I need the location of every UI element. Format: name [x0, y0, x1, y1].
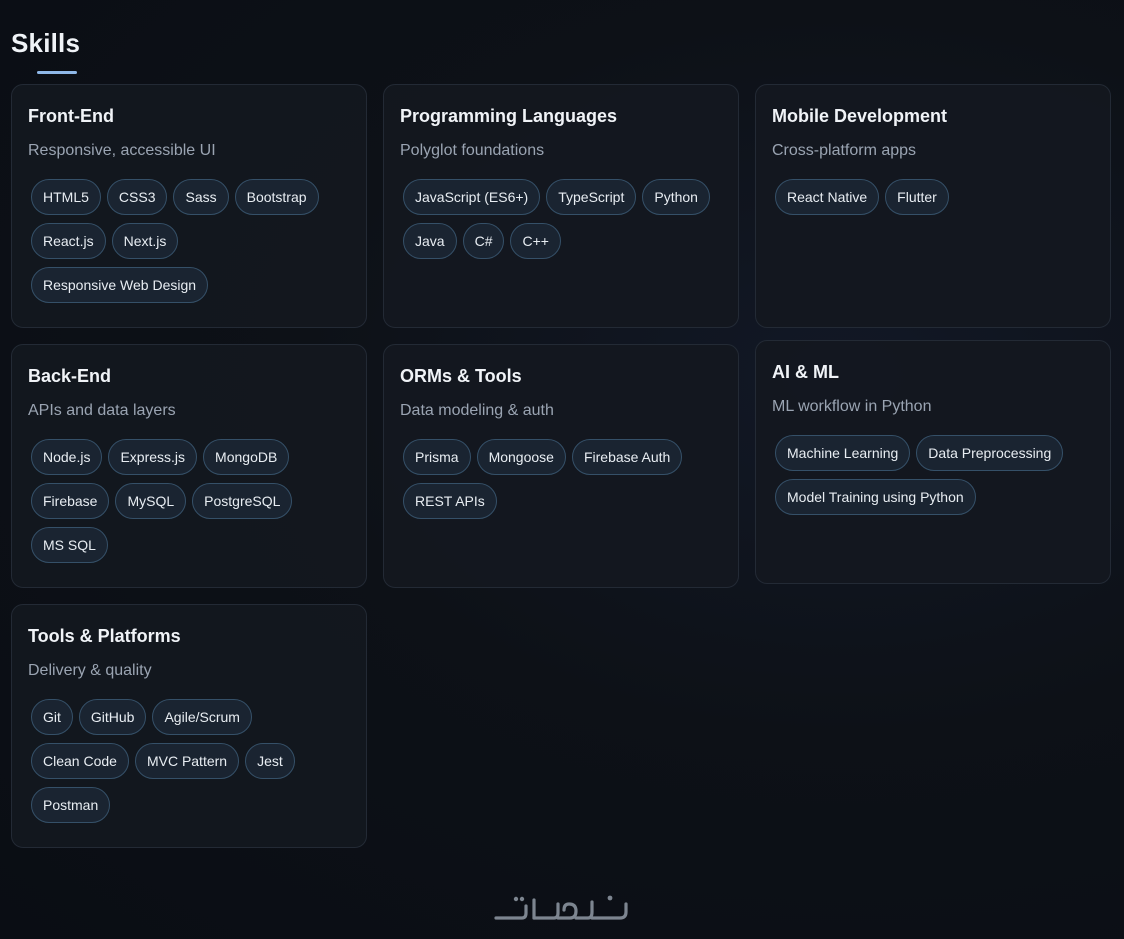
skill-chip-mysql: MySQL [115, 483, 187, 519]
skill-chip-nodejs: Node.js [31, 439, 103, 475]
chip-list: Node.js Express.js MongoDB Firebase MySQ… [28, 439, 350, 563]
skill-chip-postgresql: PostgreSQL [192, 483, 293, 519]
card-subtitle: Polyglot foundations [400, 142, 545, 159]
skill-chip-html5: HTML5 [31, 179, 101, 215]
skill-chip-github: GitHub [78, 699, 147, 735]
card-subtitle: ML workflow in Python [772, 398, 932, 415]
chip-list: JavaScript (ES6+) TypeScript Python Java… [400, 179, 722, 259]
skill-chip-rest-apis: REST APIs [403, 483, 497, 519]
skill-card-tools-platforms: Tools & Platforms Delivery & quality Git… [11, 604, 367, 848]
skill-chip-mongoose: Mongoose [476, 439, 566, 475]
khamsat-logo-icon [494, 895, 628, 920]
skill-chip-sass: Sass [173, 179, 229, 215]
chip-list: HTML5 CSS3 Sass Bootstrap React.js Next.… [28, 179, 350, 303]
card-subtitle: Cross-platform apps [772, 142, 917, 159]
skill-chip-git: Git [31, 699, 73, 735]
skill-chip-react-native: React Native [775, 179, 880, 215]
skill-chip-clean-code: Clean Code [31, 743, 129, 779]
skill-chip-cpp: C++ [510, 223, 561, 259]
skill-chip-machine-learning: Machine Learning [775, 435, 911, 471]
skill-chip-typescript: TypeScript [546, 179, 637, 215]
skill-chip-css3: CSS3 [106, 179, 168, 215]
skill-chip-bootstrap: Bootstrap [234, 179, 319, 215]
chip-list: Prisma Mongoose Firebase Auth REST APIs [400, 439, 722, 519]
chip-list: React Native Flutter [772, 179, 1094, 215]
card-title: AI & ML [772, 362, 839, 382]
skill-chip-python: Python [642, 179, 710, 215]
chip-list: Git GitHub Agile/Scrum Clean Code MVC Pa… [28, 699, 350, 823]
skill-card-back-end: Back-End APIs and data layers Node.js Ex… [11, 344, 367, 588]
skill-chip-firebase-auth: Firebase Auth [571, 439, 683, 475]
skill-card-orms-tools: ORMs & Tools Data modeling & auth Prisma… [383, 344, 739, 588]
skill-chip-postman: Postman [31, 787, 111, 823]
card-title: Back-End [28, 366, 112, 386]
skill-chip-mvc-pattern: MVC Pattern [134, 743, 240, 779]
card-subtitle: Data modeling & auth [400, 402, 554, 419]
skill-chip-model-training: Model Training using Python [775, 479, 976, 515]
skill-chip-firebase: Firebase [31, 483, 110, 519]
skill-chip-react: React.js [31, 223, 106, 259]
skill-chip-ms-sql: MS SQL [31, 527, 108, 563]
card-title: Tools & Platforms [28, 626, 181, 646]
card-title: Programming Languages [400, 106, 618, 126]
skill-chip-mongodb: MongoDB [203, 439, 290, 475]
skill-card-mobile-development: Mobile Development Cross-platform apps R… [755, 84, 1111, 328]
skill-chip-data-preprocessing: Data Preprocessing [916, 435, 1064, 471]
skill-chip-expressjs: Express.js [108, 439, 198, 475]
skill-card-ai-ml: AI & ML ML workflow in Python Machine Le… [755, 340, 1111, 584]
skill-card-front-end: Front-End Responsive, accessible UI HTML… [11, 84, 367, 328]
skill-card-programming-languages: Programming Languages Polyglot foundatio… [383, 84, 739, 328]
skill-chip-agile-scrum: Agile/Scrum [152, 699, 252, 735]
title-underline [37, 71, 77, 74]
card-title: Mobile Development [772, 106, 948, 126]
card-subtitle: Responsive, accessible UI [28, 142, 216, 159]
skill-chip-jest: Jest [245, 743, 295, 779]
skill-chip-flutter: Flutter [885, 179, 949, 215]
skill-chip-java: Java [403, 223, 457, 259]
section-title: Skills [11, 28, 81, 58]
skill-chip-prisma: Prisma [403, 439, 471, 475]
skill-chip-csharp: C# [462, 223, 505, 259]
card-subtitle: Delivery & quality [28, 662, 152, 679]
card-subtitle: APIs and data layers [28, 402, 176, 419]
skill-chip-nextjs: Next.js [111, 223, 179, 259]
card-title: ORMs & Tools [400, 366, 522, 386]
card-title: Front-End [28, 106, 114, 126]
skill-chip-javascript: JavaScript (ES6+) [403, 179, 541, 215]
skill-chip-responsive-web-design: Responsive Web Design [31, 267, 209, 303]
chip-list: Machine Learning Data Preprocessing Mode… [772, 435, 1094, 515]
